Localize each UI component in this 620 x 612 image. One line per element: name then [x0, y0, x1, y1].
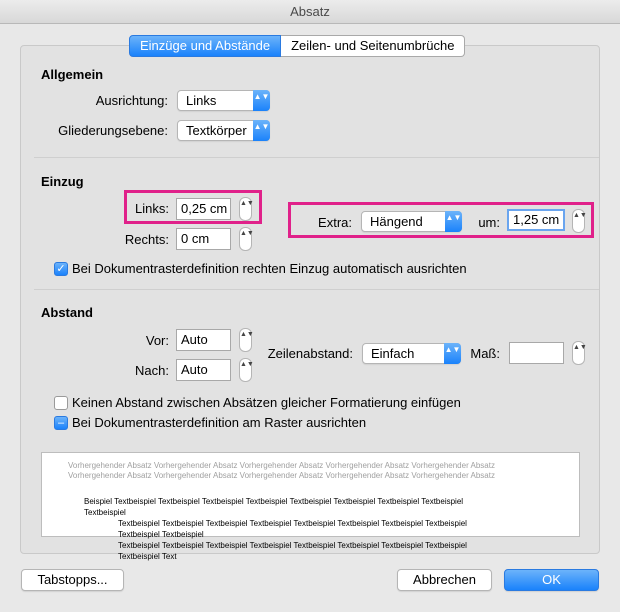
links-stepper[interactable]: ▲▼ — [239, 197, 254, 221]
no-space-label: Keinen Abstand zwischen Absätzen gleiche… — [72, 395, 461, 410]
rechts-label: Rechts: — [124, 232, 169, 247]
links-indent-input[interactable]: 0,25 cm — [176, 198, 231, 220]
preview-sample-line: Beispiel Textbeispiel Textbeispiel Textb… — [84, 497, 464, 517]
popup-arrows-icon: ▲▼ — [253, 90, 270, 111]
popup-arrows-icon: ▲▼ — [445, 211, 462, 232]
ausrichtung-label: Ausrichtung: — [95, 93, 168, 108]
preview-sample-line: Textbeispiel Textbeispiel Textbeispiel T… — [118, 541, 467, 561]
mass-input[interactable] — [509, 342, 564, 364]
nach-label: Nach: — [135, 363, 169, 378]
tab-einzuege-abstaende[interactable]: Einzüge und Abstände — [129, 35, 282, 57]
ausrichtung-popup[interactable]: Links ▲▼ — [177, 90, 270, 111]
section-heading-abstand: Abstand — [41, 305, 93, 320]
window-title: Absatz — [0, 0, 620, 24]
um-stepper[interactable]: ▲▼ — [572, 209, 587, 233]
ausrichtung-value: Links — [186, 93, 217, 108]
preview-previous-paragraph: Vorhergehender Absatz Vorhergehender Abs… — [68, 461, 495, 480]
no-space-checkbox[interactable] — [54, 396, 68, 410]
preview-sample-text: Beispiel Textbeispiel Textbeispiel Textb… — [84, 496, 489, 562]
section-heading-einzug: Einzug — [41, 174, 84, 189]
extra-popup[interactable]: Hängend ▲▼ — [361, 211, 462, 232]
mass-stepper[interactable]: ▲▼ — [572, 341, 587, 365]
rechts-indent-input[interactable]: 0 cm — [176, 228, 231, 250]
zeilenabstand-value: Einfach — [371, 346, 415, 361]
extra-label: Extra: — [318, 215, 352, 230]
vor-stepper[interactable]: ▲▼ — [239, 328, 254, 352]
nach-spacing-input[interactable]: Auto — [176, 359, 231, 381]
gliederungsebene-value: Textkörper — [186, 123, 247, 138]
ok-button[interactable]: OK — [504, 569, 599, 591]
um-indent-input[interactable]: 1,25 cm — [507, 209, 565, 231]
grid-align-label: Bei Dokumentrasterdefinition am Raster a… — [72, 415, 367, 430]
section-heading-allgemein: Allgemein — [41, 67, 104, 82]
section-divider — [34, 289, 599, 290]
section-divider — [34, 157, 599, 158]
preview-sample-line: Textbeispiel Textbeispiel Textbeispiel T… — [118, 519, 467, 539]
um-label: um: — [478, 215, 500, 230]
tabstopps-button[interactable]: Tabstopps... — [21, 569, 124, 591]
zeilenabstand-label: Zeilenabstand: — [267, 346, 353, 361]
auto-right-indent-checkbox[interactable]: ✓ — [54, 262, 68, 276]
extra-value: Hängend — [370, 214, 423, 229]
popup-arrows-icon: ▲▼ — [444, 343, 461, 364]
rechts-stepper[interactable]: ▲▼ — [239, 227, 254, 251]
vor-spacing-input[interactable]: Auto — [176, 329, 231, 351]
gliederungsebene-label: Gliederungsebene: — [58, 123, 168, 138]
auto-right-indent-label: Bei Dokumentrasterdefinition rechten Ein… — [72, 261, 467, 276]
paragraph-preview: Vorhergehender Absatz Vorhergehender Abs… — [41, 452, 580, 561]
vor-label: Vor: — [145, 333, 169, 348]
gliederungsebene-popup[interactable]: Textkörper ▲▼ — [177, 120, 270, 141]
links-label: Links: — [135, 201, 169, 216]
zeilenabstand-popup[interactable]: Einfach ▲▼ — [362, 343, 461, 364]
mass-label: Maß: — [470, 346, 500, 361]
nach-stepper[interactable]: ▲▼ — [239, 358, 254, 382]
tab-bar: Einzüge und Abstände Zeilen- und Seitenu… — [129, 35, 466, 57]
cancel-button[interactable]: Abbrechen — [397, 569, 492, 591]
grid-align-checkbox[interactable]: – — [54, 416, 68, 430]
tab-zeilen-seitenumbrueche[interactable]: Zeilen- und Seitenumbrüche — [281, 35, 466, 57]
popup-arrows-icon: ▲▼ — [253, 120, 270, 141]
